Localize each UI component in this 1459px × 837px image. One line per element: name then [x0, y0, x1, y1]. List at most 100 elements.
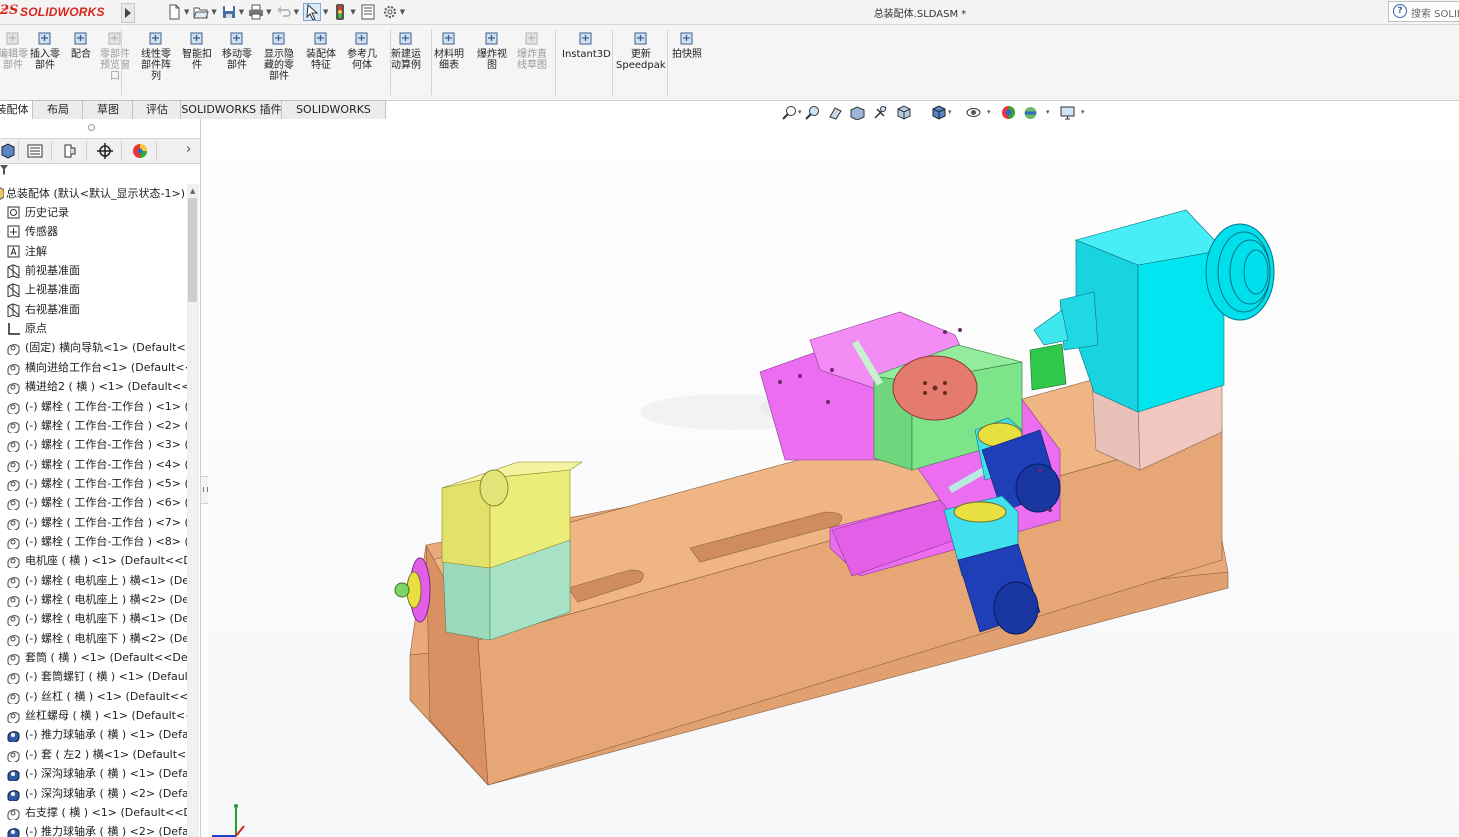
tree-item[interactable]: (固定) 横向导轨<1> (Default<<D	[0, 338, 188, 357]
chevron-down-icon[interactable]: ▼	[294, 8, 299, 16]
display-manager-tab[interactable]	[124, 141, 157, 161]
tab-5[interactable]: SOLIDWORKS MBD	[281, 100, 386, 134]
previous-view-icon[interactable]	[828, 105, 843, 120]
tree-item[interactable]: (-) 推力球轴承 ( 横 ) <2> (Defaul	[0, 822, 188, 837]
insert-component-button[interactable]: 插入零 部件	[30, 31, 60, 71]
tree-item[interactable]: (-) 螺栓 ( 工作台-工作台 ) <5> (D	[0, 474, 188, 493]
apply-scene-icon[interactable]	[1023, 105, 1038, 120]
tab-3[interactable]: 评估	[132, 100, 182, 119]
exploded-view-button[interactable]: 爆炸视 图	[477, 31, 507, 71]
tree-item[interactable]: (-) 套筒螺钉 ( 横 ) <1> (Default<	[0, 667, 188, 686]
edit-component-button[interactable]: 编辑零 部件	[0, 31, 28, 71]
tree-item[interactable]: (-) 丝杠 ( 横 ) <1> (Default<<De	[0, 687, 188, 706]
select-icon[interactable]	[302, 3, 321, 21]
zoom-to-fit-icon[interactable]	[782, 105, 797, 120]
tree-item[interactable]: 上视基准面	[0, 280, 188, 299]
undo-icon[interactable]	[276, 4, 292, 20]
rebuild-icon[interactable]	[332, 4, 348, 20]
chevron-down-icon[interactable]: ▼	[400, 8, 405, 16]
dynamic-annotation-icon[interactable]	[873, 105, 888, 120]
chevron-down-icon[interactable]: ▼	[211, 8, 216, 16]
chevron-down-icon[interactable]: ▼	[350, 8, 355, 16]
edit-appearance-icon[interactable]	[1001, 105, 1016, 120]
filter-icon[interactable]	[0, 164, 10, 176]
chevron-down-icon[interactable]: ▼	[266, 8, 271, 16]
featuremanager-tab[interactable]	[0, 141, 19, 161]
tree-item[interactable]: (-) 螺栓 ( 工作台-工作台 ) <8> (D	[0, 532, 188, 551]
chevron-down-icon[interactable]: ▾	[948, 108, 952, 116]
mate-button[interactable]: 配合	[71, 31, 91, 60]
tree-item[interactable]: 前视基准面	[0, 261, 188, 280]
tab-2[interactable]: 草图	[82, 100, 134, 119]
chevron-down-icon[interactable]: ▼	[323, 8, 328, 16]
component-preview-button[interactable]: 零部件 预览窗 口	[100, 31, 130, 82]
tree-item[interactable]: (-) 螺栓 ( 工作台-工作台 ) <3> (D	[0, 435, 188, 454]
tree-scroll-thumb[interactable]	[188, 198, 197, 302]
explode-line-button[interactable]: 爆炸直 线草图	[517, 31, 547, 71]
tree-item[interactable]: 套筒 ( 横 ) <1> (Default<<Defau	[0, 648, 188, 667]
new-icon[interactable]	[166, 4, 182, 20]
display-style-icon[interactable]	[931, 105, 946, 120]
tree-item[interactable]: (-) 螺栓 ( 电机座上 ) 横<2> (Defa	[0, 590, 188, 609]
tree-item[interactable]: (-) 螺栓 ( 工作台-工作台 ) <7> (D	[0, 513, 188, 532]
tree-item[interactable]: (-) 螺栓 ( 电机座下 ) 横<2> (Defa	[0, 629, 188, 648]
tree-item[interactable]: 丝杠螺母 ( 横 ) <1> (Default<<D	[0, 706, 188, 725]
chevron-down-icon[interactable]: ▾	[1081, 108, 1085, 116]
view-orientation-icon[interactable]	[896, 105, 911, 120]
chevron-down-icon[interactable]: ▾	[1046, 108, 1050, 116]
linear-pattern-button[interactable]: 线性零 部件阵 列	[141, 31, 171, 82]
zoom-to-area-icon[interactable]	[805, 105, 820, 120]
view-settings-icon[interactable]	[1060, 105, 1075, 120]
show-hidden-button[interactable]: 显示隐 藏的零 部件	[264, 31, 294, 82]
snapshot-button[interactable]: 拍快照	[672, 31, 702, 60]
move-component-button[interactable]: 移动零 部件	[222, 31, 252, 71]
solidworks-logo[interactable]: ƻS SOLIDWORKS	[0, 2, 118, 22]
tree-item[interactable]: (-) 螺栓 ( 电机座下 ) 横<1> (Defa	[0, 609, 188, 628]
tree-item[interactable]: 右视基准面	[0, 300, 188, 319]
help-icon[interactable]: ?	[1393, 4, 1407, 18]
tree-item[interactable]: 横向进给工作台<1> (Default<<D	[0, 358, 188, 377]
dimxpert-tab[interactable]	[89, 141, 122, 161]
tree-item[interactable]: (-) 螺栓 ( 工作台-工作台 ) <1> (D	[0, 397, 188, 416]
tree-item[interactable]: 历史记录	[0, 203, 188, 222]
options-icon[interactable]	[382, 4, 398, 20]
tab-0[interactable]: 装配体	[0, 100, 34, 119]
tree-item[interactable]: 注解	[0, 242, 188, 261]
bill-of-materials-button[interactable]: 材料明 细表	[434, 31, 464, 71]
graphics-area[interactable]	[208, 120, 1459, 837]
new-motion-study-button[interactable]: 新建运 动算例	[391, 31, 421, 71]
scroll-up-arrow-icon[interactable]: ▲	[190, 187, 195, 195]
tree-item[interactable]: (-) 螺栓 ( 工作台-工作台 ) <2> (D	[0, 416, 188, 435]
hide-show-items-icon[interactable]	[966, 105, 981, 120]
tree-item[interactable]: 横进给2 ( 横 ) <1> (Default<<De	[0, 377, 188, 396]
smart-fasteners-button[interactable]: 智能扣 件	[182, 31, 212, 71]
section-view-icon[interactable]	[850, 105, 865, 121]
file-props-icon[interactable]	[360, 4, 376, 20]
menu-expand-arrow-icon[interactable]	[121, 3, 135, 23]
reference-geometry-button[interactable]: 参考几 何体	[347, 31, 377, 71]
open-icon[interactable]	[193, 4, 210, 20]
tree-item[interactable]: 右支撑 ( 横 ) <1> (Default<<Def	[0, 803, 188, 822]
tree-item[interactable]: (-) 螺栓 ( 工作台-工作台 ) <6> (D	[0, 493, 188, 512]
tree-item[interactable]: (-) 螺栓 ( 工作台-工作台 ) <4> (D	[0, 455, 188, 474]
configurationmanager-tab[interactable]	[54, 141, 87, 161]
chevron-right-icon[interactable]: ›	[186, 142, 191, 157]
tab-4[interactable]: SOLIDWORKS 插件	[180, 100, 283, 119]
chevron-down-icon[interactable]: ▾	[798, 108, 802, 116]
tree-item[interactable]: 电机座 ( 横 ) <1> (Default<<Def	[0, 551, 188, 570]
tree-item[interactable]: (-) 螺栓 ( 电机座上 ) 横<1> (Defa	[0, 571, 188, 590]
chevron-down-icon[interactable]: ▾	[987, 108, 991, 116]
tree-item[interactable]: (-) 推力球轴承 ( 横 ) <1> (Defaul	[0, 725, 188, 744]
instant3d-button[interactable]: Instant3D	[562, 31, 611, 60]
tree-item[interactable]: (-) 套 ( 左2 ) 横<1> (Default<<D	[0, 745, 188, 764]
print-icon[interactable]	[248, 4, 264, 20]
tree-root-assembly[interactable]: 总装配体 (默认<默认_显示状态-1>)	[0, 184, 188, 203]
tree-item[interactable]: (-) 深沟球轴承 ( 横 ) <1> (Defaul	[0, 764, 188, 783]
tab-1[interactable]: 布局	[32, 100, 84, 119]
speedpak-button[interactable]: 更新 Speedpak	[616, 31, 666, 71]
tree-item[interactable]: 传感器	[0, 222, 188, 241]
search-box[interactable]: ? 搜索 SOLIDWORKS	[1388, 1, 1459, 22]
assembly-features-button[interactable]: 装配体 特征	[306, 31, 336, 71]
chevron-down-icon[interactable]: ▼	[239, 8, 244, 16]
chevron-down-icon[interactable]: ▼	[184, 8, 189, 16]
